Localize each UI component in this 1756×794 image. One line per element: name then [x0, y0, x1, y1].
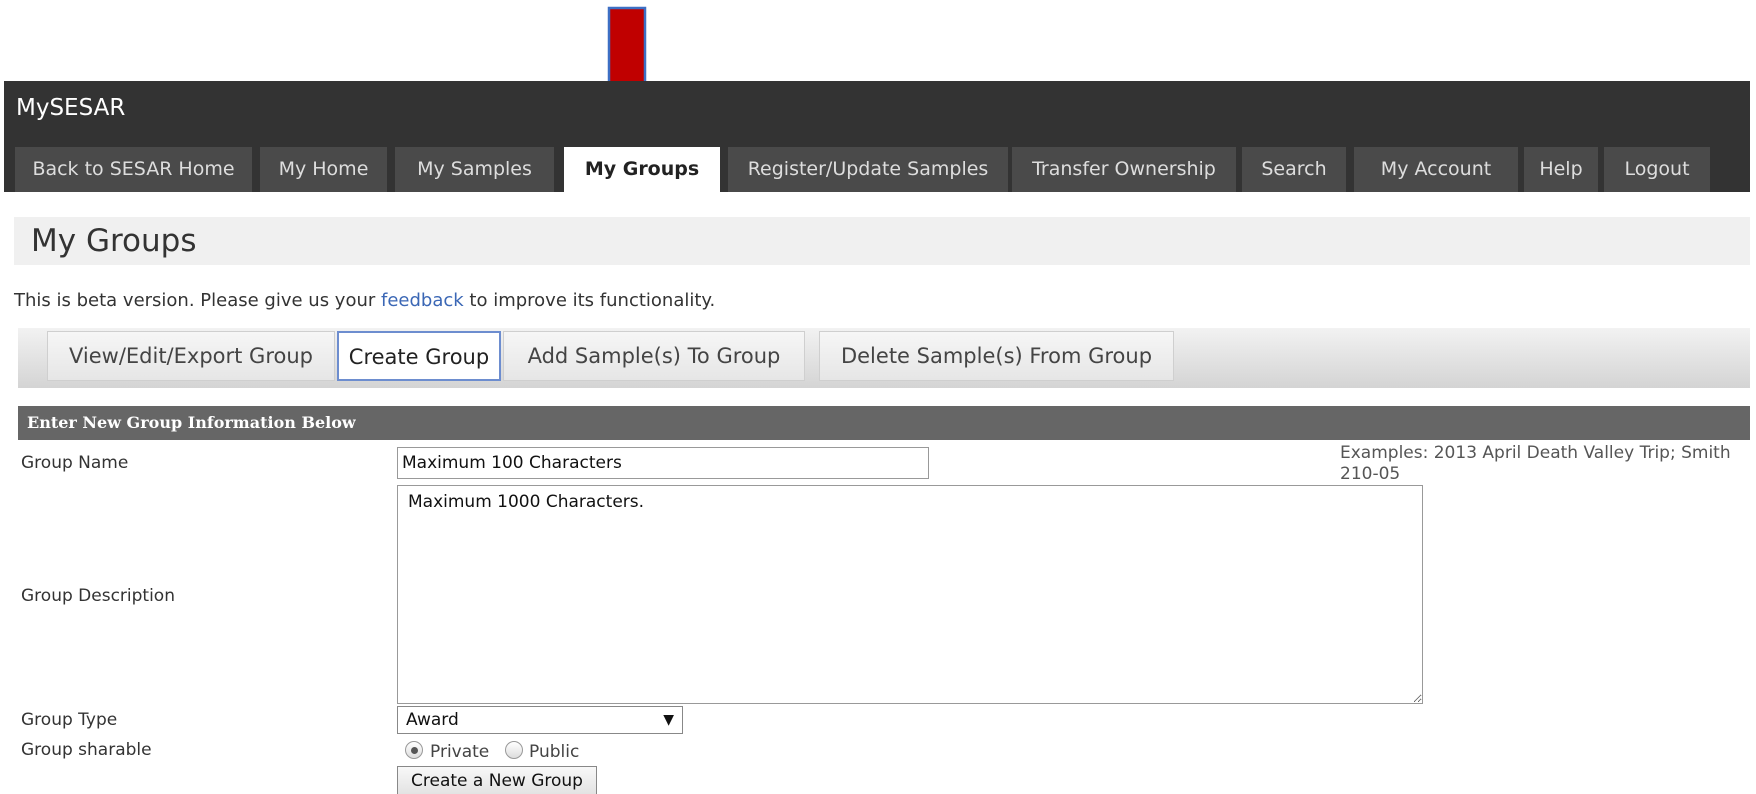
page-root: MySESAR Back to SESAR Home My Home My Sa… — [0, 0, 1756, 794]
page-title: My Groups — [14, 217, 1750, 265]
radio-public[interactable] — [505, 741, 523, 759]
nav-tab-help[interactable]: Help — [1524, 147, 1598, 192]
group-sharable-label: Group sharable — [21, 740, 152, 760]
group-description-textarea[interactable]: Maximum 1000 Characters. — [397, 485, 1423, 704]
feedback-link[interactable]: feedback — [381, 290, 464, 311]
subtab-view-edit-export[interactable]: View/Edit/Export Group — [47, 331, 335, 381]
radio-private[interactable] — [405, 741, 423, 759]
nav-tab-search[interactable]: Search — [1242, 147, 1346, 192]
group-name-input[interactable] — [397, 447, 929, 479]
top-header: MySESAR Back to SESAR Home My Home My Sa… — [4, 81, 1750, 192]
brand-title[interactable]: MySESAR — [16, 95, 125, 121]
nav-tab-register-update[interactable]: Register/Update Samples — [728, 147, 1008, 192]
nav-tab-logout[interactable]: Logout — [1604, 147, 1710, 192]
subtab-delete-samples[interactable]: Delete Sample(s) From Group — [819, 331, 1174, 381]
nav-tab-my-home[interactable]: My Home — [260, 147, 387, 192]
nav-tab-transfer-ownership[interactable]: Transfer Ownership — [1012, 147, 1236, 192]
group-type-select[interactable]: Award ▼ — [397, 706, 683, 734]
nav-tab-my-account[interactable]: My Account — [1354, 147, 1518, 192]
nav-tab-sesar-home[interactable]: Back to SESAR Home — [15, 147, 252, 192]
beta-notice: This is beta version. Please give us you… — [14, 290, 715, 311]
group-name-label: Group Name — [21, 453, 129, 473]
subtab-add-samples[interactable]: Add Sample(s) To Group — [503, 331, 805, 381]
radio-private-label: Private — [430, 742, 490, 762]
beta-notice-suffix: to improve its functionality. — [463, 290, 716, 311]
beta-notice-prefix: This is beta version. Please give us you… — [14, 290, 381, 311]
group-name-hint: Examples: 2013 April Death Valley Trip; … — [1340, 443, 1731, 484]
group-description-label: Group Description — [21, 586, 175, 606]
radio-public-label: Public — [529, 742, 580, 762]
group-subtabs: View/Edit/Export Group Create Group Add … — [18, 328, 1750, 388]
nav-tab-my-groups[interactable]: My Groups — [564, 147, 720, 192]
create-group-button[interactable]: Create a New Group — [397, 766, 597, 794]
group-type-label: Group Type — [21, 710, 118, 730]
subtab-create-group[interactable]: Create Group — [337, 331, 501, 381]
group-type-value: Award — [406, 710, 459, 730]
dropdown-caret-icon: ▼ — [663, 712, 674, 728]
nav-tab-my-samples[interactable]: My Samples — [395, 147, 554, 192]
form-heading: Enter New Group Information Below — [18, 406, 1750, 440]
